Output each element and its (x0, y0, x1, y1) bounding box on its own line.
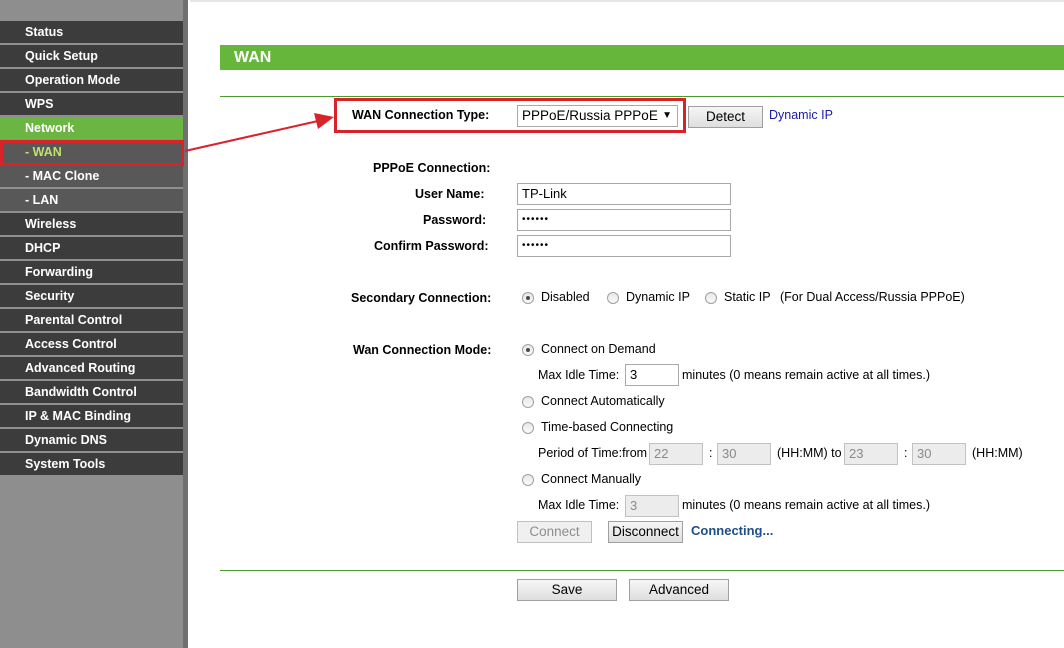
annotation-arrow-head (314, 113, 334, 129)
annotation-arrow-line (184, 120, 319, 152)
annotation-arrow (184, 113, 334, 152)
